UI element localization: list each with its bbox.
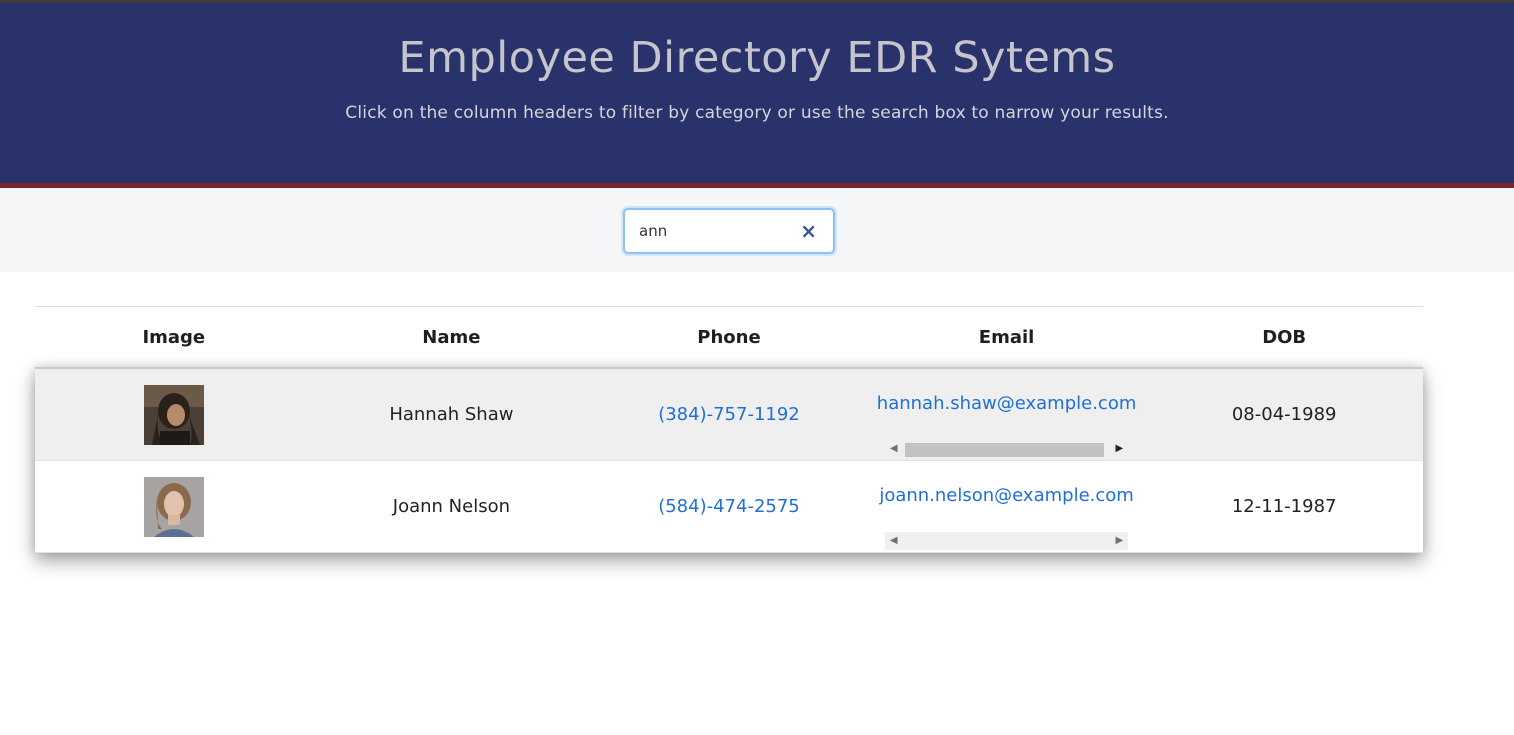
phone-cell: (584)-474-2575 (590, 461, 868, 552)
column-header-image[interactable]: Image (35, 327, 313, 348)
employee-table: Image Name Phone Email DOB Hannah Shaw (… (35, 306, 1423, 553)
email-horizontal-scrollbar[interactable]: ◀ ▶ (884, 440, 1129, 458)
employee-photo (143, 476, 204, 537)
image-cell (35, 461, 313, 552)
page-subtitle: Click on the column headers to filter by… (345, 103, 1169, 123)
column-header-phone[interactable]: Phone (590, 327, 868, 348)
scroll-right-icon[interactable]: ▶ (1110, 440, 1128, 458)
column-header-dob[interactable]: DOB (1145, 327, 1423, 348)
phone-link[interactable]: (384)-757-1192 (658, 404, 800, 425)
dob-cell: 12-11-1987 (1231, 496, 1337, 517)
name-cell: Hannah Shaw (389, 404, 514, 425)
scroll-left-icon[interactable]: ◀ (885, 532, 903, 550)
image-cell (35, 369, 313, 460)
table-body: Hannah Shaw (384)-757-1192 hannah.shaw@e… (35, 367, 1423, 553)
table-header: Image Name Phone Email DOB (35, 306, 1423, 367)
search-bar-area: × (0, 188, 1514, 272)
dob-cell: 08-04-1989 (1231, 404, 1337, 425)
search-box: × (623, 208, 835, 254)
phone-link[interactable]: (584)-474-2575 (658, 496, 800, 517)
table-row: Joann Nelson (584)-474-2575 joann.nelson… (35, 461, 1423, 553)
scrollbar-thumb[interactable] (904, 443, 1105, 457)
search-input[interactable] (639, 220, 789, 242)
table-row: Hannah Shaw (384)-757-1192 hannah.shaw@e… (35, 369, 1423, 461)
phone-cell: (384)-757-1192 (590, 369, 868, 460)
employee-photo (143, 384, 204, 445)
email-cell: hannah.shaw@example.com ◀ ▶ (868, 369, 1146, 460)
email-cell: joann.nelson@example.com ◀ ▶ (868, 461, 1146, 552)
close-icon[interactable]: × (800, 220, 817, 242)
page-title: Employee Directory EDR Sytems (398, 33, 1116, 83)
email-link[interactable]: hannah.shaw@example.com (877, 393, 1137, 414)
page-header: Employee Directory EDR Sytems Click on t… (0, 3, 1514, 188)
email-horizontal-scrollbar[interactable]: ◀ ▶ (884, 532, 1129, 550)
scroll-right-icon[interactable]: ▶ (1110, 532, 1128, 550)
column-header-email[interactable]: Email (868, 327, 1146, 348)
scroll-left-icon[interactable]: ◀ (885, 440, 903, 458)
name-cell: Joann Nelson (392, 496, 510, 517)
email-link[interactable]: joann.nelson@example.com (879, 485, 1134, 506)
column-header-name[interactable]: Name (313, 327, 591, 348)
